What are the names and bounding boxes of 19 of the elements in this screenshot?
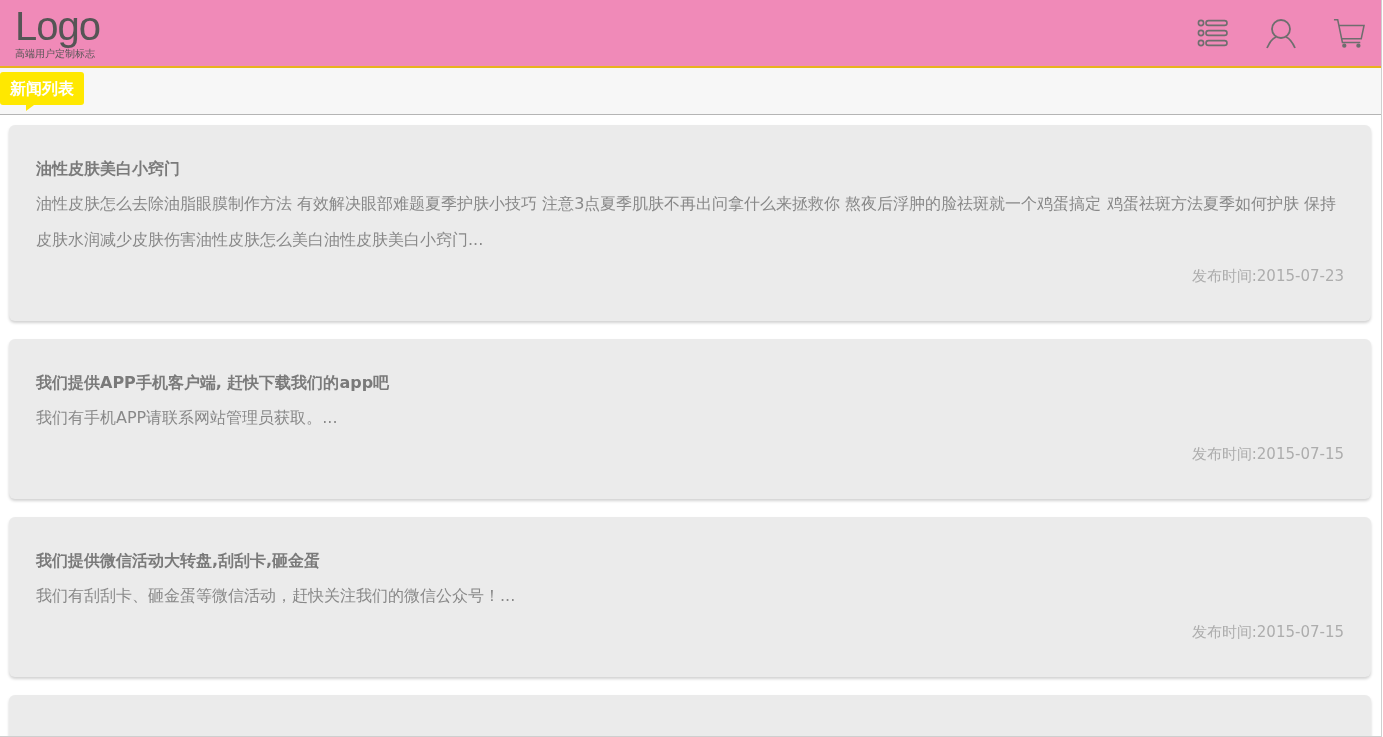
label-pointer: [26, 105, 34, 111]
news-summary: 我们有刮刮卡、砸金蛋等微信活动，赶快关注我们的微信公众号！...: [36, 585, 517, 607]
news-title: 我们提供APP手机客户端, 赶快下载我们的app吧: [36, 372, 391, 394]
publish-date: 发布时间:2015-07-15: [1190, 622, 1344, 642]
news-summary: 我们有手机APP请联系网站管理员获取。...: [36, 407, 339, 429]
cart-icon[interactable]: [1333, 17, 1365, 49]
menu-icon[interactable]: [1197, 17, 1229, 49]
logo-tagline: 高端用户定制标志: [15, 48, 95, 60]
news-summary: 油性皮肤怎么去除油脂眼膜制作方法 有效解决眼部难题夏季护肤小技巧 注意3点夏季肌肤不再出问拿什么来拯救你 熬夜后浮肿的脸祛斑就一个鸡蛋搞定 鸡蛋祛斑方法夏季如何护肤 保持皮肤水润减少皮肤伤害油性皮肤怎么美白油性皮肤美白小窍门...: [36, 193, 1337, 251]
section-label: 新闻列表: [0, 72, 84, 105]
publish-date: 发布时间:2015-07-15: [1190, 444, 1344, 464]
user-icon[interactable]: [1265, 17, 1297, 49]
news-title: 油性皮肤美白小窍门: [36, 158, 181, 180]
news-card[interactable]: 油性皮肤美白小窍门 油性皮肤怎么去除油脂眼膜制作方法 有效解决眼部难题夏季护肤小技巧 注意3点夏季肌肤不再出问拿什么来拯救你 熬夜后浮肿的脸祛斑就一个鸡蛋搞定 鸡蛋祛斑方法夏季如何护肤 保持皮肤水润减少皮肤伤害油性皮肤怎么美白油性皮肤美白小窍门... 发布时间:2015-07-23: [9, 125, 1371, 321]
logo[interactable]: Logo: [15, 6, 100, 46]
news-title: 我们提供微信活动大转盘,刮刮卡,砸金蛋: [36, 550, 322, 572]
publish-date: 发布时间:2015-07-23: [1190, 266, 1344, 286]
news-card[interactable]: 我们提供APP手机客户端, 赶快下载我们的app吧 我们有手机APP请联系网站管理员获取。... 发布时间:2015-07-15: [9, 339, 1371, 499]
news-card[interactable]: 我们提供微信活动大转盘,刮刮卡,砸金蛋 我们有刮刮卡、砸金蛋等微信活动，赶快关注我们的微信公众号！... 发布时间:2015-07-15: [9, 517, 1371, 677]
